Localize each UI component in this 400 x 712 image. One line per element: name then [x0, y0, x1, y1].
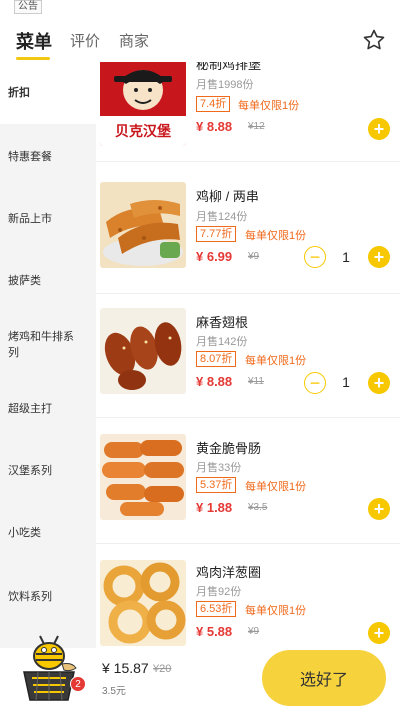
product-image-chicken-strips [100, 182, 186, 268]
product-price: ¥ 6.99 [196, 249, 233, 264]
discount-badge: 7.77折 [196, 226, 237, 242]
product-name: 黄金脆骨肠 [196, 441, 262, 456]
sidebar-item-label: 超级主打 [8, 403, 52, 415]
product-price: ¥ 8.88 [196, 374, 233, 389]
product-image-burger-logo: 贝克汉堡 [100, 62, 186, 146]
product-item[interactable]: 贝克汉堡 秘制鸡排堡 月售1998份 7.4折 每单仅限1份 ¥ 8.88 ¥1… [96, 62, 400, 162]
product-image-onion-rings [100, 560, 186, 646]
sidebar-item-snacks[interactable]: 小吃类 [0, 502, 96, 564]
checkout-button[interactable]: 选好了 [262, 650, 386, 706]
tab-reviews[interactable]: 评价 [70, 30, 100, 51]
tab-bar: 菜单 评价 商家 [0, 24, 400, 60]
product-item[interactable]: 鸡柳 / 两串 月售124份 7.77折 每单仅限1份 ¥ 6.99 ¥9 − … [96, 170, 400, 294]
cart-bar: 2 ¥ 15.87 ¥20 3.5元 选好了 [0, 635, 400, 712]
sidebar-item-label: 小吃类 [8, 527, 41, 539]
original-price: ¥12 [248, 121, 265, 132]
purchase-limit: 每单仅限1份 [245, 355, 307, 367]
cart-count-badge: 2 [70, 676, 86, 692]
product-sold-count: 月售142份 [196, 336, 248, 348]
sidebar-item-pizza[interactable]: 披萨类 [0, 250, 96, 312]
add-button[interactable]: + [368, 372, 390, 394]
decrease-button[interactable]: − [304, 246, 326, 268]
product-price: ¥ 5.88 [196, 624, 233, 639]
product-image-wing-roots [100, 308, 186, 394]
purchase-limit: 每单仅限1份 [245, 230, 307, 242]
add-button[interactable]: + [368, 246, 390, 268]
notice-badge[interactable]: 公告 [14, 0, 42, 14]
tab-merchant[interactable]: 商家 [119, 30, 149, 51]
discount-badge: 8.07折 [196, 351, 237, 367]
product-price: ¥ 8.88 [196, 119, 233, 134]
sidebar-item-label: 折扣 [8, 87, 30, 99]
product-item[interactable]: 麻香翅根 月售142份 8.07折 每单仅限1份 ¥ 8.88 ¥11 − 1 … [96, 294, 400, 418]
active-tab-indicator [16, 57, 50, 60]
original-price: ¥9 [248, 251, 260, 262]
add-button[interactable]: + [368, 118, 390, 140]
favorite-star-icon[interactable] [362, 28, 386, 52]
product-sold-count: 月售92份 [196, 586, 242, 598]
original-price: ¥9 [248, 626, 260, 637]
sidebar-item-label: 烤鸡和牛排系列 [8, 331, 74, 359]
quantity-value: 1 [342, 249, 350, 265]
tab-menu[interactable]: 菜单 [16, 28, 52, 54]
product-name: 麻香翅根 [196, 315, 249, 330]
sidebar-item-chicken-steak[interactable]: 烤鸡和牛排系列 [0, 314, 96, 376]
quantity-value: 1 [342, 374, 350, 390]
sidebar-item-burgers[interactable]: 汉堡系列 [0, 440, 96, 502]
product-name: 鸡肉洋葱圈 [196, 565, 262, 580]
delivery-fee: 3.5元 [102, 686, 126, 697]
product-price: ¥ 1.88 [196, 500, 233, 515]
shopping-basket-icon[interactable] [18, 634, 80, 706]
decrease-button[interactable]: − [304, 372, 326, 394]
sidebar-item-label: 披萨类 [8, 275, 41, 287]
add-button[interactable]: + [368, 498, 390, 520]
product-sold-count: 月售33份 [196, 462, 242, 474]
purchase-limit: 每单仅限1份 [245, 481, 307, 493]
purchase-limit: 每单仅限1份 [238, 100, 300, 112]
product-image-sausages [100, 434, 186, 520]
product-item[interactable]: 黄金脆骨肠 月售33份 5.37折 每单仅限1份 ¥ 1.88 ¥3.5 + [96, 420, 400, 544]
discount-badge: 6.53折 [196, 601, 237, 617]
sidebar-item-label: 特惠套餐 [8, 151, 52, 163]
sidebar-item-combo[interactable]: 特惠套餐 [0, 126, 96, 188]
discount-badge: 5.37折 [196, 477, 237, 493]
category-sidebar: 折扣 特惠套餐 新品上市 披萨类 烤鸡和牛排系列 超级主打 汉堡系列 小吃类 饮… [0, 62, 96, 648]
product-sold-count: 月售124份 [196, 211, 248, 223]
sidebar-item-drinks[interactable]: 饮料系列 [0, 566, 96, 628]
sidebar-item-new[interactable]: 新品上市 [0, 188, 96, 250]
discount-badge: 7.4折 [196, 96, 231, 112]
product-item[interactable]: 鸡肉洋葱圈 月售92份 6.53折 每单仅限1份 ¥ 5.88 ¥9 + [96, 544, 400, 648]
cart-total: ¥ 15.87 [102, 660, 149, 676]
product-name: 鸡柳 / 两串 [196, 189, 259, 204]
sidebar-item-label: 新品上市 [8, 213, 52, 225]
sidebar-item-featured[interactable]: 超级主打 [0, 378, 96, 440]
product-name: 秘制鸡排堡 [196, 62, 262, 72]
add-button[interactable]: + [368, 622, 390, 644]
cart-original-total: ¥20 [153, 663, 172, 675]
purchase-limit: 每单仅限1份 [245, 605, 307, 617]
original-price: ¥3.5 [248, 502, 268, 513]
sidebar-item-discount[interactable]: 折扣 [0, 62, 96, 124]
burger-logo-text: 贝克汉堡 [115, 123, 171, 140]
sidebar-item-label: 饮料系列 [8, 591, 52, 603]
product-sold-count: 月售1998份 [196, 79, 254, 91]
original-price: ¥11 [248, 376, 264, 387]
sidebar-item-label: 汉堡系列 [8, 465, 52, 477]
product-list[interactable]: 贝克汉堡 秘制鸡排堡 月售1998份 7.4折 每单仅限1份 ¥ 8.88 ¥1… [96, 62, 400, 648]
